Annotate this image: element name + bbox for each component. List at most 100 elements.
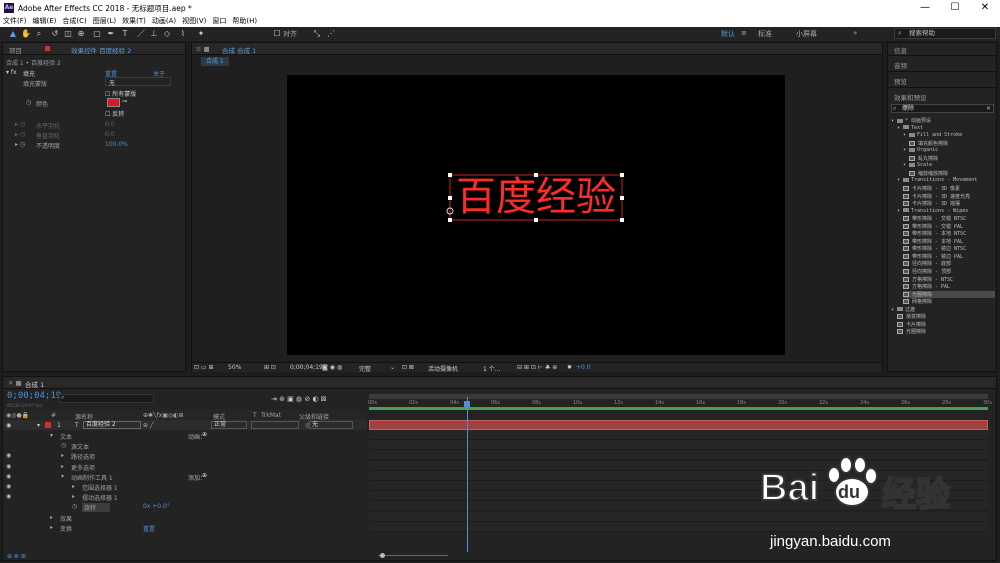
rotate-tool-icon[interactable]: ↺ bbox=[50, 29, 60, 39]
preset-folder[interactable]: ▾ Text bbox=[897, 125, 923, 131]
menu-window[interactable]: 窗口 bbox=[209, 16, 229, 27]
property-track[interactable] bbox=[369, 440, 988, 451]
handle-bottom-right[interactable] bbox=[620, 218, 624, 222]
visibility-eye-icon[interactable]: ◉ bbox=[6, 452, 11, 459]
preset-item[interactable]: 带形擦除 - 交错 PAL bbox=[903, 223, 963, 230]
hand-tool-icon[interactable]: ✋ bbox=[21, 29, 31, 39]
menu-animation[interactable]: 动画(A) bbox=[149, 16, 179, 27]
layer-switches-icon[interactable]: ⊕ ╱ bbox=[143, 422, 154, 429]
fill-mask-select[interactable]: 无 bbox=[105, 77, 171, 87]
workspace-default[interactable]: 默认 bbox=[721, 29, 735, 39]
align-checkbox[interactable]: ☐ bbox=[272, 29, 282, 39]
handle-top-left[interactable] bbox=[448, 173, 452, 177]
type-tool-icon[interactable]: T bbox=[120, 29, 130, 39]
menu-composition[interactable]: 合成(C) bbox=[59, 16, 89, 27]
preset-folder[interactable]: ▾ 过渡 bbox=[891, 306, 915, 313]
property-row[interactable]: ▾ 文本 动画： ⊕ bbox=[3, 431, 367, 441]
menu-file[interactable]: 文件(F) bbox=[0, 16, 30, 27]
opacity-value[interactable]: 100.0% bbox=[105, 141, 128, 148]
brush-tool-icon[interactable]: ／ bbox=[136, 29, 146, 39]
expand-arrow-icon[interactable]: ▸ ◷ bbox=[15, 141, 25, 148]
trkmat-select[interactable] bbox=[251, 421, 299, 429]
preset-item[interactable]: 径向擦除 - 顶部 bbox=[903, 268, 951, 275]
property-row[interactable]: ◉ ▸ 摆动选择器 1 bbox=[3, 492, 367, 502]
visibility-eye-icon[interactable]: ◉ bbox=[6, 422, 11, 429]
preview-panel-tab[interactable]: 预览 bbox=[894, 76, 907, 86]
preset-folder[interactable]: ▾ * 动画预设 bbox=[891, 117, 931, 124]
layer-label-color[interactable] bbox=[45, 422, 51, 428]
handle-top-right[interactable] bbox=[620, 173, 624, 177]
magnification-select[interactable]: 50% bbox=[228, 364, 241, 371]
handle-bottom-center[interactable] bbox=[534, 218, 538, 222]
layer-row[interactable]: ◉ ▾ 1 T 百度经验 2 ⊕ ╱ 正常 ◎ 无 bbox=[3, 420, 367, 430]
eraser-tool-icon[interactable]: ◇ bbox=[162, 29, 172, 39]
workspace-standard[interactable]: 标准 bbox=[758, 29, 772, 39]
tab-composition[interactable]: 合成 合成 1 bbox=[222, 45, 256, 55]
workspace-overflow-icon[interactable]: » bbox=[853, 29, 857, 37]
pen-tool-icon[interactable]: ✒ bbox=[106, 29, 116, 39]
property-row[interactable]: ◉ ▸ 更多选项 bbox=[3, 462, 367, 472]
visibility-eye-icon[interactable]: ◉ bbox=[6, 493, 11, 500]
handle-mid-left[interactable] bbox=[448, 196, 452, 200]
property-row[interactable]: ◷ 源文本 bbox=[3, 441, 367, 451]
property-row[interactable]: ◉ ▾ 动画制作工具 1 添加： ⊕ bbox=[3, 472, 367, 482]
preset-item[interactable]: 径向擦除 - 底部 bbox=[903, 260, 951, 267]
maximize-button[interactable]: ☐ bbox=[940, 0, 970, 16]
current-time[interactable]: 0;00;04;19 bbox=[290, 364, 323, 371]
expand-arrow-icon[interactable]: ▸ bbox=[50, 514, 53, 521]
handle-bottom-left[interactable] bbox=[448, 218, 452, 222]
expand-arrow-icon[interactable]: ▸ bbox=[72, 483, 75, 490]
preset-folder[interactable]: ▾ Transitions - Wipes bbox=[897, 208, 968, 214]
preset-item[interactable]: 卡片擦除 - 3D 速度光亮 bbox=[903, 193, 970, 200]
clone-stamp-tool-icon[interactable]: ⊥ bbox=[149, 29, 159, 39]
comp-subtab[interactable]: 合成 1 bbox=[201, 57, 229, 66]
property-value[interactable]: 0x +0.0° bbox=[143, 503, 170, 510]
property-value[interactable]: 重置 bbox=[143, 524, 155, 533]
preset-item[interactable]: 网格擦除 bbox=[903, 298, 932, 305]
parent-select[interactable]: 无 bbox=[309, 421, 353, 429]
tab-project[interactable]: 项目 bbox=[9, 45, 22, 55]
info-panel-tab[interactable]: 信息 bbox=[894, 45, 907, 55]
tab-effect-controls[interactable]: 效果控件 百度经验 2 bbox=[71, 45, 131, 55]
property-row[interactable]: ◷ 旋转 0x +0.0° bbox=[3, 502, 367, 513]
preset-item[interactable]: 带形擦除 - 交错 NTSC bbox=[903, 215, 966, 222]
menu-layer[interactable]: 图层(L) bbox=[90, 16, 119, 27]
always-preview-icon[interactable]: ⊡ ▭ ⊞ bbox=[194, 364, 214, 371]
handle-mid-right[interactable] bbox=[620, 196, 624, 200]
puppet-tool-icon[interactable]: ✦ bbox=[196, 29, 206, 39]
layer-name[interactable]: 百度经验 2 bbox=[83, 421, 141, 429]
close-button[interactable]: ✕ bbox=[970, 0, 1000, 16]
color-swatch[interactable] bbox=[107, 98, 120, 107]
camera-tool-icon[interactable]: ◫ bbox=[63, 29, 73, 39]
snap-icon[interactable]: ⤡ bbox=[312, 29, 322, 39]
menu-effect[interactable]: 效果(T) bbox=[119, 16, 149, 27]
preset-item[interactable]: 光圈擦除 bbox=[897, 328, 926, 335]
tab-timeline-comp[interactable]: 合成 1 bbox=[25, 379, 44, 389]
preset-item[interactable]: 方格擦除 - PAL bbox=[903, 283, 950, 290]
property-row[interactable]: ▸ 变换 重置 bbox=[3, 523, 367, 533]
fx-toggle-icon[interactable]: ▾ fx bbox=[6, 69, 17, 76]
preset-item[interactable]: 带形擦除 - 本地 PAL bbox=[903, 238, 963, 245]
timeline-search-input[interactable] bbox=[59, 394, 154, 403]
handle-top-center[interactable] bbox=[534, 173, 538, 177]
close-tab-icon[interactable] bbox=[45, 46, 50, 51]
preset-item[interactable]: 带形擦除 - 镜边 NTSC bbox=[903, 245, 966, 252]
roto-brush-tool-icon[interactable]: ⌇ bbox=[178, 29, 188, 39]
resolution-select[interactable]: 完整 bbox=[359, 364, 371, 373]
preset-item[interactable]: 卡片擦除 bbox=[897, 321, 926, 328]
preset-item[interactable]: 光圈擦除 bbox=[903, 290, 995, 298]
expand-arrow-icon[interactable]: ▸ ◷ bbox=[15, 131, 25, 138]
preset-folder[interactable]: ▾ Transitions - Movement bbox=[897, 177, 977, 183]
expand-arrow-icon[interactable]: ▸ bbox=[61, 463, 64, 470]
property-row[interactable]: ▸ 效果 bbox=[3, 513, 367, 523]
invert-checkbox[interactable]: ☐ 反转 bbox=[105, 109, 124, 118]
visibility-eye-icon[interactable]: ◉ bbox=[6, 483, 11, 490]
preset-item[interactable]: 乱丸擦除 bbox=[909, 155, 938, 162]
grid-guides-icon[interactable]: ⊞ ⊡ bbox=[264, 364, 276, 371]
rectangle-tool-icon[interactable]: ▢ bbox=[92, 29, 102, 39]
workspace-menu-icon[interactable]: ≡ bbox=[741, 29, 747, 37]
workspace-small-screen[interactable]: 小屏幕 bbox=[796, 29, 817, 39]
preset-item[interactable]: 带形擦除 - 本地 NTSC bbox=[903, 230, 966, 237]
vertical-feather-value[interactable]: 0.0 bbox=[105, 131, 115, 138]
audio-panel-tab[interactable]: 音频 bbox=[894, 60, 907, 70]
